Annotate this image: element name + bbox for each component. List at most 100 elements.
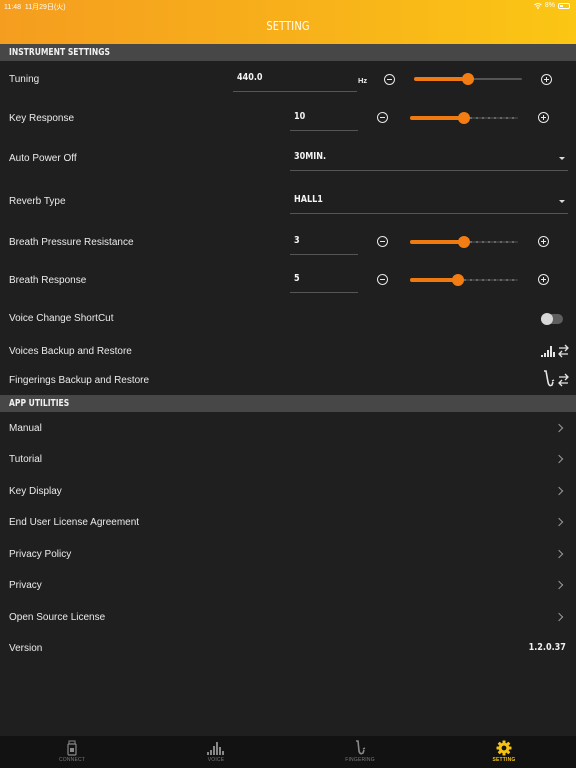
version-label: Version	[9, 643, 43, 654]
tuning-decrement-button[interactable]	[384, 74, 395, 85]
breath-response-slider-handle[interactable]	[451, 274, 464, 286]
chevron-right-icon	[554, 486, 564, 496]
list-item-tutorial[interactable]: Tutorial	[0, 449, 576, 473]
saxophone-backup-icon[interactable]	[540, 370, 570, 390]
breath-response-decrement-button[interactable]	[377, 274, 388, 285]
tuning-slider-handle[interactable]	[462, 73, 474, 85]
status-date: 11月29日(火)	[24, 4, 66, 11]
list-item-label: Tutorial	[9, 454, 42, 465]
list-item-eula[interactable]: End User License Agreement	[0, 512, 576, 536]
voice-change-shortcut-toggle[interactable]	[541, 313, 563, 325]
list-item-label: End User License Agreement	[9, 517, 140, 528]
key-response-input[interactable]: 10	[290, 107, 358, 131]
tuning-label: Tuning	[9, 74, 40, 85]
list-item-manual[interactable]: Manual	[0, 418, 576, 442]
chevron-right-icon	[554, 423, 564, 433]
chevron-right-icon	[554, 549, 564, 559]
key-response-label: Key Response	[9, 113, 75, 124]
version-row: Version 1.2.0.37	[0, 638, 576, 662]
tuning-row: Tuning 440.0 Hz	[0, 66, 576, 96]
tuning-increment-button[interactable]	[541, 74, 552, 85]
auto-power-off-row: Auto Power Off 30MIN.	[0, 144, 576, 174]
version-value: 1.2.0.37	[528, 642, 566, 653]
tab-fingering[interactable]: FINGERING	[288, 736, 432, 768]
reverb-type-value: HALL1	[294, 194, 323, 205]
tab-voice[interactable]: VOICE	[144, 736, 288, 768]
reverb-type-select[interactable]: HALL1	[290, 190, 568, 214]
page-title: SETTING	[266, 19, 310, 33]
section-app-utilities: APP UTILITIES	[0, 395, 576, 412]
battery-percent: 8%	[544, 2, 555, 9]
key-response-value: 10	[294, 111, 306, 122]
auto-power-off-label: Auto Power Off	[9, 153, 77, 164]
list-item-label: Manual	[9, 423, 42, 434]
list-item-label: Privacy Policy	[9, 549, 72, 560]
key-response-slider-handle[interactable]	[458, 112, 470, 124]
tab-label: VOICE	[207, 757, 225, 763]
tuning-value: 440.0	[237, 72, 263, 83]
tuning-unit: Hz	[358, 76, 368, 85]
chevron-right-icon	[554, 454, 564, 464]
breath-response-increment-button[interactable]	[538, 274, 549, 285]
breath-response-slider[interactable]	[410, 274, 518, 286]
connect-icon	[67, 740, 77, 756]
auto-power-off-value: 30MIN.	[294, 151, 327, 162]
list-item-label: Key Display	[9, 486, 62, 497]
section-title: INSTRUMENT SETTINGS	[9, 47, 110, 58]
list-item-privacy[interactable]: Privacy	[0, 575, 576, 599]
chevron-right-icon	[554, 612, 564, 622]
tab-label: FINGERING	[345, 757, 375, 763]
list-item-label: Privacy	[9, 580, 42, 591]
reverb-type-label: Reverb Type	[9, 196, 66, 207]
chevron-down-icon	[559, 157, 565, 160]
voices-backup-label: Voices Backup and Restore	[9, 346, 132, 357]
breath-pressure-increment-button[interactable]	[538, 236, 549, 247]
tuning-input[interactable]: 440.0	[233, 68, 357, 92]
tab-label: SETTING	[492, 757, 516, 763]
voices-backup-row[interactable]: Voices Backup and Restore	[0, 339, 576, 365]
tab-bar: CONNECT VOICE FINGERING SETTING	[0, 736, 576, 768]
status-bar: 11:48 11月29日(火) 8%	[0, 0, 576, 12]
key-response-row: Key Response 10	[0, 104, 576, 134]
fingerings-backup-label: Fingerings Backup and Restore	[9, 375, 150, 386]
breath-response-input[interactable]: 5	[290, 269, 358, 293]
breath-pressure-row: Breath Pressure Resistance 3	[0, 228, 576, 258]
list-item-privacy-policy[interactable]: Privacy Policy	[0, 544, 576, 568]
battery-icon	[558, 2, 570, 9]
list-item-open-source-license[interactable]: Open Source License	[0, 607, 576, 631]
breath-pressure-label: Breath Pressure Resistance	[9, 237, 134, 248]
voice-icon	[207, 742, 224, 755]
list-item-key-display[interactable]: Key Display	[0, 481, 576, 505]
wifi-icon	[534, 2, 542, 9]
tuning-slider[interactable]	[414, 73, 522, 85]
breath-pressure-slider-handle[interactable]	[458, 236, 470, 248]
voices-backup-icon[interactable]	[540, 343, 570, 359]
key-response-slider[interactable]	[410, 112, 518, 124]
reverb-type-row: Reverb Type HALL1	[0, 187, 576, 217]
chevron-right-icon	[554, 517, 564, 527]
key-response-decrement-button[interactable]	[377, 112, 388, 123]
list-item-label: Open Source License	[9, 612, 106, 623]
breath-pressure-value: 3	[294, 235, 300, 246]
breath-response-label: Breath Response	[9, 275, 87, 286]
status-time: 11:48	[4, 4, 21, 11]
fingerings-backup-row[interactable]: Fingerings Backup and Restore	[0, 368, 576, 394]
header-bar: 11:48 11月29日(火) 8% SETTING	[0, 0, 576, 44]
breath-pressure-input[interactable]: 3	[290, 231, 358, 255]
tab-connect[interactable]: CONNECT	[0, 736, 144, 768]
voice-change-shortcut-label: Voice Change ShortCut	[9, 313, 114, 324]
tab-label: CONNECT	[58, 757, 86, 763]
section-instrument-settings: INSTRUMENT SETTINGS	[0, 44, 576, 61]
gear-icon	[496, 740, 512, 756]
tab-setting[interactable]: SETTING	[432, 736, 576, 768]
section-title: APP UTILITIES	[9, 398, 70, 409]
breath-pressure-slider[interactable]	[410, 236, 518, 248]
breath-pressure-decrement-button[interactable]	[377, 236, 388, 247]
key-response-increment-button[interactable]	[538, 112, 549, 123]
voice-change-shortcut-row: Voice Change ShortCut	[0, 306, 576, 332]
auto-power-off-select[interactable]: 30MIN.	[290, 147, 568, 171]
fingering-icon	[356, 740, 366, 755]
breath-response-row: Breath Response 5	[0, 266, 576, 296]
breath-response-value: 5	[294, 273, 300, 284]
chevron-right-icon	[554, 580, 564, 590]
